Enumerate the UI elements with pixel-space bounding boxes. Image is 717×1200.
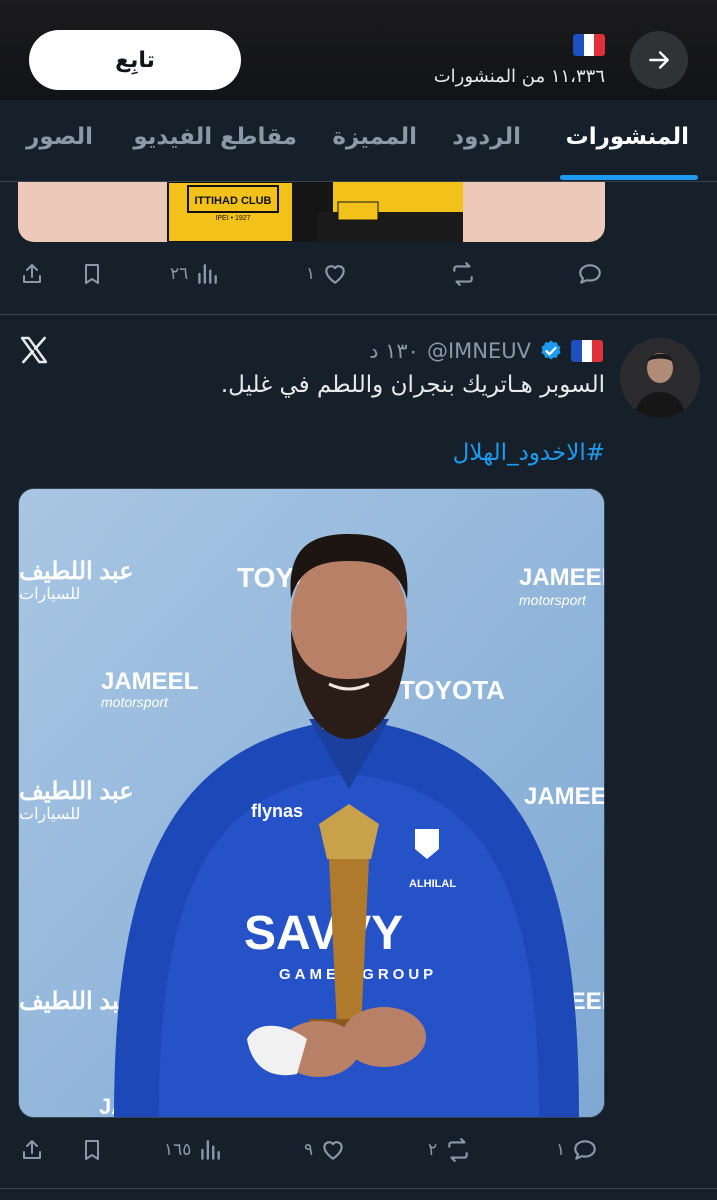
arrow-right-icon [649,51,669,69]
post-actions: ٢٦ ١ [0,254,717,294]
repost-icon [448,1138,468,1162]
bookmark-button[interactable] [80,254,104,294]
repost-button[interactable]: ٢ [428,1130,473,1170]
like-button[interactable]: ٩ [304,1130,347,1170]
post-divider [0,1188,717,1189]
posts-count: ١١،٣٣٦ من المنشورات [433,66,605,87]
back-button[interactable] [630,31,688,89]
profile-top-bar: تابِع ١١،٣٣٦ من المنشورات [0,0,717,100]
jersey-text: flynas [251,801,303,821]
reply-icon [574,1140,596,1160]
like-button[interactable]: ١ [306,254,349,294]
avatar[interactable] [620,338,700,418]
share-button[interactable] [20,1130,44,1170]
sponsor-logo-text: عبد اللطيف [19,778,134,805]
sponsor-logo-text: motorsport [519,592,587,608]
post-divider [0,314,717,315]
sponsor-logo-text: للسيارات [19,586,80,603]
views-count: ٢٦ [170,264,189,284]
reply-button[interactable] [576,254,604,294]
sponsor-logo-text: عبد اللطيف [19,988,134,1015]
post-header: ١٣٠ د @IMNEUV [369,336,603,366]
views-icon [198,264,218,284]
profile-tabs: المنشورات الردود المميزة مقاطع الفيديو ا… [0,100,717,182]
sponsor-logo-text: للسيارات [19,806,80,823]
post-text: السوبر هـاتريك بنجران واللطم في غليل. [220,372,605,398]
tab-videos[interactable]: مقاطع الفيديو [133,124,297,150]
post-time[interactable]: ١٣٠ د [369,339,419,363]
repost-count: ٢ [428,1140,438,1160]
like-count: ٩ [304,1140,314,1160]
post-media-image[interactable]: عبد اللطيف للسيارات TOYOTA JAMEEL motors… [18,488,605,1118]
sponsor-logo-text: عبد اللطيف [19,558,134,585]
jersey-text: ALHILAL [409,878,456,890]
post-handle[interactable]: @IMNEUV [427,339,531,363]
sponsor-logo-text: JAMEEL [101,668,198,695]
reply-icon [579,264,601,284]
repost-icon [453,262,473,286]
jersey-text: SAVVY [244,907,403,960]
tab-replies[interactable]: الردود [452,124,521,150]
verified-badge-icon [541,340,561,360]
bookmark-icon [85,1140,99,1160]
share-button[interactable] [20,254,44,294]
post-media-image[interactable]: ITTIHAD CLUB IPEI • 1927 [18,182,605,242]
reply-button[interactable]: ١ [556,1130,599,1170]
active-tab-indicator [560,175,698,180]
views-button[interactable]: ٢٦ [170,254,220,294]
views-count: ١٦٥ [164,1140,192,1160]
post-hashtag-link[interactable]: #الاخدود_الهلال [453,440,605,466]
tab-highlights[interactable]: المميزة [332,124,417,150]
profile-header-info: ١١،٣٣٦ من المنشورات [434,34,605,87]
reply-count: ١ [556,1140,566,1160]
tab-posts[interactable]: المنشورات [566,124,689,150]
follow-button[interactable]: تابِع [29,30,241,90]
france-flag-icon [571,340,603,362]
sponsor-logo-text: JAMEEL [524,783,605,810]
bookmark-icon [85,264,99,284]
bookmark-button[interactable] [80,1130,104,1170]
post-actions: ١٦٥ ٩ ٢ ١ [0,1130,717,1170]
sponsor-logo-text: motorsport [101,694,169,710]
heart-icon [323,1141,343,1160]
repost-button[interactable] [448,254,478,294]
heart-icon [325,265,345,284]
views-icon [201,1140,221,1160]
share-icon [23,264,41,283]
share-icon [23,1140,41,1159]
sponsor-logo-text: TOYOTA [399,675,505,705]
views-button[interactable]: ١٦٥ [164,1130,223,1170]
sponsor-logo-text: JAMEEL [519,564,605,591]
image-text: IPEI • 1927 [215,215,250,222]
like-count: ١ [306,264,316,284]
tab-photos[interactable]: الصور [26,124,93,150]
x-logo-icon[interactable] [18,334,50,366]
france-flag-icon [573,34,605,56]
image-text: ITTIHAD CLUB [195,195,272,207]
